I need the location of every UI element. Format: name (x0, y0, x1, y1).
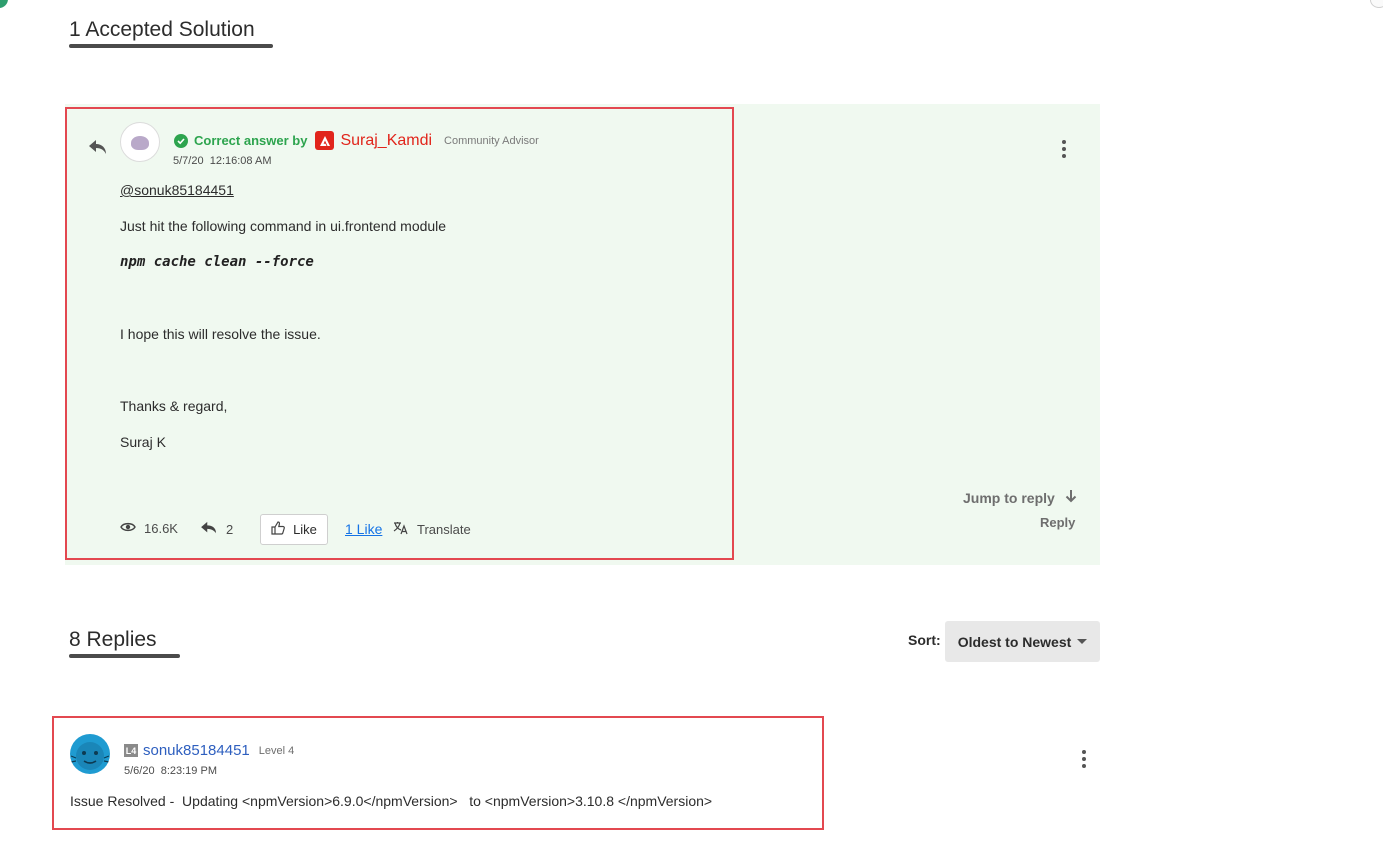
adobe-logo-icon (315, 131, 335, 150)
like-label: Like (293, 522, 317, 537)
accepted-solution-title: 1 Accepted Solution (69, 18, 255, 41)
arrow-down-icon (1065, 489, 1077, 506)
body-line: Just hit the following command in ui.fro… (120, 218, 447, 234)
body-line: Thanks & regard, (120, 398, 228, 414)
reply-text: Issue Resolved - Updating <npmVersion>6.… (70, 793, 713, 809)
sort-value: Oldest to Newest (957, 633, 1072, 650)
corner-decoration-right (1370, 0, 1383, 8)
correct-answer-row: Correct answer by Suraj_Kamdi Community … (174, 131, 539, 150)
reply-arrow-icon[interactable] (88, 138, 108, 156)
user-link[interactable]: sonuk85184451 (143, 742, 250, 759)
post-date-time: 12:16:08 AM (209, 155, 272, 167)
replies-underline (69, 654, 180, 658)
avatar[interactable] (70, 734, 110, 774)
level-badge: L4 (124, 744, 138, 757)
accepted-solution-underline (69, 44, 273, 48)
mention-link[interactable]: @sonuk85184451 (120, 182, 234, 198)
jump-label: Jump to reply (963, 489, 1055, 506)
thumbs-up-icon (271, 521, 285, 538)
reply-date-day: 5/6/20 (124, 765, 155, 777)
reply-user-row: L4 sonuk85184451 Level 4 (124, 742, 294, 759)
likes-count-link[interactable]: 1 Like (345, 521, 382, 537)
sort-dropdown[interactable]: Oldest to Newest (945, 621, 1100, 662)
more-options-icon[interactable] (1081, 750, 1087, 768)
replies-count: 2 (226, 522, 234, 537)
translate-button[interactable]: Translate (393, 521, 471, 538)
correct-answer-label: Correct answer by (194, 133, 308, 148)
check-circle-icon (174, 133, 188, 148)
reply-link[interactable]: Reply (1040, 515, 1075, 530)
reply-count-icon (200, 521, 218, 538)
code-snippet: npm cache clean --force (120, 254, 314, 270)
post-date-day: 5/7/20 (173, 155, 204, 167)
eye-icon (120, 521, 136, 536)
reply-date: 5/6/20 8:23:19 PM (124, 765, 217, 777)
translate-icon (393, 521, 409, 538)
like-button[interactable]: Like (260, 514, 328, 545)
avatar[interactable] (120, 122, 160, 162)
more-options-icon[interactable] (1061, 140, 1067, 158)
views-count: 16.6K (144, 521, 178, 536)
replies-title: 8 Replies (69, 628, 157, 651)
jump-to-reply-link[interactable]: Jump to reply (963, 489, 1077, 506)
user-level: Level 4 (258, 744, 295, 757)
reply-date-time: 8:23:19 PM (160, 765, 217, 777)
body-line: Suraj K (120, 434, 166, 450)
body-line: I hope this will resolve the issue. (120, 326, 321, 342)
post-date: 5/7/20 12:16:08 AM (173, 155, 272, 167)
corner-decoration (0, 0, 8, 8)
replies-stat: 2 (200, 521, 233, 538)
translate-label: Translate (417, 522, 471, 537)
author-link[interactable]: Suraj_Kamdi (340, 132, 432, 150)
author-role: Community Advisor (444, 134, 539, 147)
chevron-down-icon (1077, 639, 1088, 644)
sort-label: Sort: (908, 632, 941, 648)
views-stat: 16.6K (120, 521, 178, 536)
